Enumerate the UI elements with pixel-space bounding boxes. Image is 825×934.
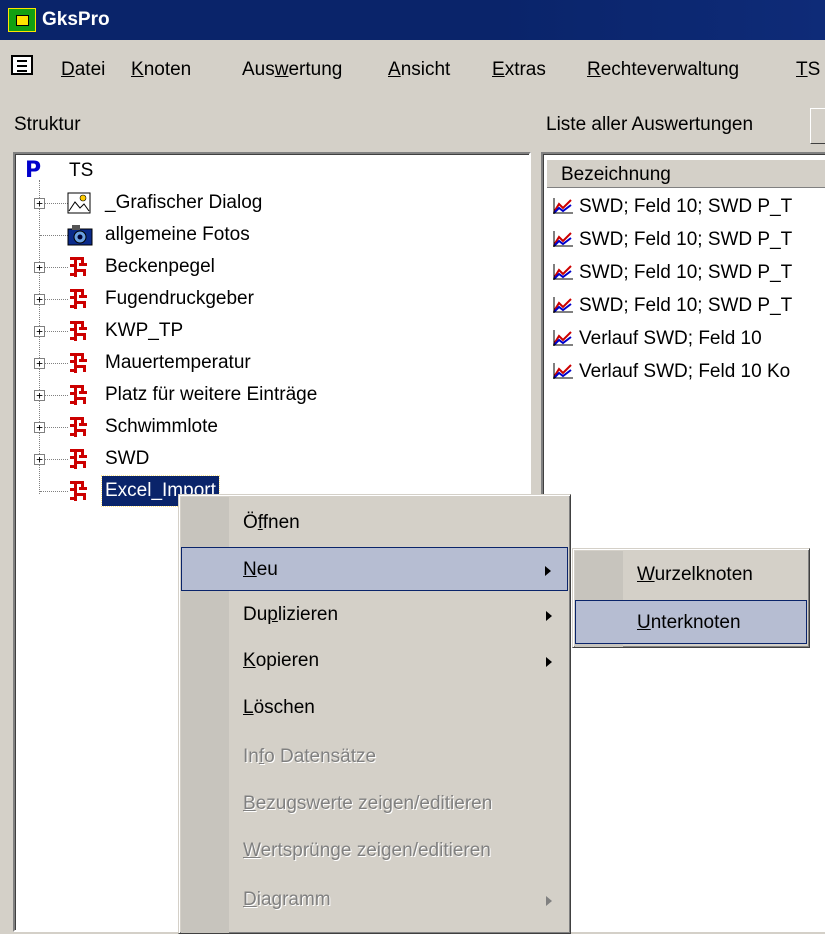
- node-tree-icon: [67, 351, 91, 375]
- menu-item-label: Öffnen: [243, 512, 300, 533]
- node-tree-icon: [67, 415, 91, 439]
- menu-item-label: Löschen: [243, 697, 315, 718]
- chart-icon: [553, 198, 573, 214]
- chart-icon: [553, 330, 573, 346]
- toolbar-button[interactable]: [810, 108, 825, 144]
- menu-item-diagramm[interactable]: Diagramm: [181, 878, 568, 922]
- submenu-arrow-icon: [546, 657, 552, 667]
- tree-item-label: _Grafischer Dialog: [105, 192, 263, 213]
- submenu-arrow-icon: [546, 611, 552, 621]
- menu-item-label: Neu: [243, 559, 278, 580]
- menu-item-label: Kopieren: [243, 650, 320, 671]
- expand-icon[interactable]: +: [34, 262, 45, 273]
- menu-item-neu[interactable]: Neu: [181, 547, 568, 591]
- chart-icon: [553, 264, 573, 280]
- menu-bar: Datei Knoten Auswertung Ansicht Extras R…: [0, 44, 825, 88]
- tree-item-label: KWP_TP: [105, 320, 184, 341]
- node-tree-icon: [67, 383, 91, 407]
- submenu-item-label: Wurzelknoten: [637, 564, 753, 585]
- menu-item-label: Diagramm: [243, 889, 331, 910]
- list-item-label: SWD; Feld 10; SWD P_T: [579, 295, 793, 316]
- submenu-arrow-icon: [545, 566, 551, 576]
- list-item[interactable]: SWD; Feld 10; SWD P_T: [553, 293, 792, 319]
- list-item[interactable]: Verlauf SWD; Feld 10: [553, 326, 762, 352]
- tree-item-label: Fugendruckgeber: [105, 288, 254, 309]
- submenu-item-wurzelknoten[interactable]: Wurzelknoten: [575, 553, 807, 597]
- expand-icon[interactable]: +: [34, 294, 45, 305]
- chart-icon: [553, 231, 573, 247]
- app-icon[interactable]: [8, 8, 36, 32]
- submenu-arrow-icon: [546, 896, 552, 906]
- list-item[interactable]: Verlauf SWD; Feld 10 Ko: [553, 359, 790, 385]
- list-item[interactable]: SWD; Feld 10; SWD P_T: [553, 260, 792, 286]
- submenu-neu: Wurzelknoten Unterknoten: [572, 548, 810, 648]
- window-title: GksPro: [42, 9, 110, 30]
- tree-connector: [40, 235, 68, 236]
- menu-item-löschen[interactable]: Löschen: [181, 686, 568, 730]
- node-tree-icon: [67, 287, 91, 311]
- camera-icon: [67, 223, 93, 247]
- system-menu-icon[interactable]: [11, 55, 33, 75]
- list-item-label: SWD; Feld 10; SWD P_T: [579, 262, 793, 283]
- struktur-label: Struktur: [14, 114, 81, 135]
- menu-item-bezugswerte-zeigen-editieren[interactable]: Bezugswerte zeigen/editieren: [181, 782, 568, 826]
- submenu-item-unterknoten[interactable]: Unterknoten: [575, 600, 807, 644]
- node-tree-icon: [67, 479, 91, 503]
- list-item-label: Verlauf SWD; Feld 10 Ko: [579, 361, 791, 382]
- expand-icon[interactable]: +: [34, 358, 45, 369]
- tree-connector: [40, 491, 68, 492]
- chart-icon: [553, 363, 573, 379]
- menu-item-öffnen[interactable]: Öffnen: [181, 501, 568, 545]
- menu-knoten[interactable]: Knoten: [131, 59, 191, 81]
- menu-extras[interactable]: Extras: [492, 59, 546, 81]
- expand-icon[interactable]: +: [34, 326, 45, 337]
- tree-item-label: Schwimmlote: [105, 416, 218, 437]
- node-tree-icon: [67, 319, 91, 343]
- menu-item-label: Duplizieren: [243, 604, 339, 625]
- menu-auswertung[interactable]: Auswertung: [242, 59, 342, 81]
- list-item[interactable]: SWD; Feld 10; SWD P_T: [553, 227, 792, 253]
- menu-item-label: Info Datensätze: [243, 746, 377, 767]
- menu-item-wertsprünge-zeigen-editieren[interactable]: Wertsprünge zeigen/editieren: [181, 829, 568, 873]
- list-item-label: SWD; Feld 10; SWD P_T: [579, 229, 793, 250]
- menu-ansicht[interactable]: Ansicht: [388, 59, 450, 81]
- tree-item-label: SWD: [105, 448, 150, 469]
- title-bar: GksPro: [0, 0, 825, 40]
- node-tree-icon: [67, 447, 91, 471]
- project-p-icon: P: [25, 158, 42, 183]
- expand-icon[interactable]: +: [34, 198, 45, 209]
- menu-item-label: Wertsprünge zeigen/editieren: [243, 840, 491, 861]
- list-item-label: Verlauf SWD; Feld 10: [579, 328, 762, 349]
- submenu-item-label: Unterknoten: [637, 612, 741, 633]
- chart-icon: [553, 297, 573, 313]
- tree-item-label: Beckenpegel: [105, 256, 215, 277]
- expand-icon[interactable]: +: [34, 454, 45, 465]
- menu-ts[interactable]: TS: [796, 59, 820, 81]
- column-header-bezeichnung[interactable]: Bezeichnung: [547, 160, 825, 188]
- list-item[interactable]: SWD; Feld 10; SWD P_T: [553, 194, 792, 220]
- evaluations-list[interactable]: Bezeichnung SWD; Feld 10; SWD P_T SWD; Fe…: [541, 152, 825, 932]
- context-menu: Öffnen Neu Duplizieren Kopieren Löschen Info …: [178, 494, 571, 934]
- image-icon: [67, 191, 91, 215]
- tree-item-label: Platz für weitere Einträge: [105, 384, 318, 405]
- menu-datei[interactable]: Datei: [61, 59, 105, 81]
- tree-item-label: Mauertemperatur: [105, 352, 251, 373]
- liste-label: Liste aller Auswertungen: [546, 114, 754, 135]
- menu-item-label: Bezugswerte zeigen/editieren: [243, 793, 493, 814]
- tree-item-label: allgemeine Fotos: [105, 224, 250, 245]
- list-item-label: SWD; Feld 10; SWD P_T: [579, 196, 793, 217]
- menu-item-kopieren[interactable]: Kopieren: [181, 639, 568, 683]
- expand-icon[interactable]: +: [34, 422, 45, 433]
- menu-item-duplizieren[interactable]: Duplizieren: [181, 593, 568, 637]
- expand-icon[interactable]: +: [34, 390, 45, 401]
- menu-item-info-datensätze[interactable]: Info Datensätze: [181, 735, 568, 779]
- menu-rechteverwaltung[interactable]: Rechteverwaltung: [587, 59, 739, 81]
- node-tree-icon: [67, 255, 91, 279]
